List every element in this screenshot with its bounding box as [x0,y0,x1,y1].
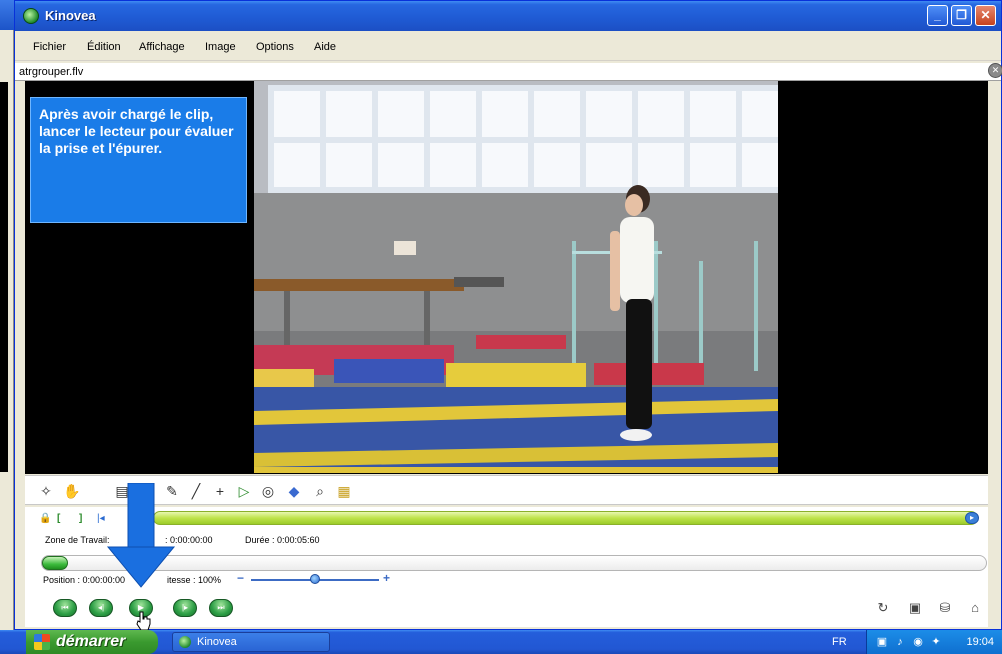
file-tab-bar: atrgrouper.flv ✕ [15,63,1002,81]
speed-plus-icon[interactable]: + [383,571,390,585]
new-icon[interactable]: ✧ [37,482,55,500]
instruction-callout: Après avoir chargé le clip, lancer le le… [30,97,247,223]
title-bar[interactable]: Kinovea _ ❐ ✕ [15,1,1001,31]
menu-image[interactable]: Image [205,41,236,53]
system-tray: ▣ ♪ ◉ ✦ 19:04 [866,630,1002,654]
start-label: démarrer [56,633,126,650]
windows-logo-icon [34,634,50,650]
task-label: Kinovea [197,636,237,648]
set-start-icon[interactable]: [ [57,513,60,524]
gym-scene-image [254,81,778,473]
clock[interactable]: 19:04 [966,636,994,648]
zone-label: Zone de Travail: [45,535,110,545]
window-title: Kinovea [45,8,96,23]
menu-edition[interactable]: Édition [87,41,121,53]
chrono-icon[interactable]: ◎ [259,482,277,500]
background-window-titlebar [0,0,14,30]
snapshot-icon[interactable]: ▣ [905,599,925,617]
working-zone-bar[interactable]: ▸ [153,511,979,525]
speed-minus-icon[interactable]: − [237,571,244,585]
goto-start-icon[interactable]: |◂ [97,513,105,524]
previous-frame-button[interactable]: ◂| [89,599,113,617]
menu-aide[interactable]: Aide [314,41,336,53]
maximize-button[interactable]: ❐ [951,5,972,26]
duration: Durée : 0:00:05:60 [245,535,320,545]
magnifier-icon[interactable]: ⌕ [311,482,329,500]
video-frame [254,81,778,473]
line-icon[interactable]: ╱ [187,482,205,500]
cross-icon[interactable]: + [211,482,229,500]
next-frame-button[interactable]: |▸ [173,599,197,617]
minimize-button[interactable]: _ [927,5,948,26]
close-button[interactable]: ✕ [975,5,996,26]
color-palette-icon[interactable]: ▦ [335,482,353,500]
pointer-arrow-icon [106,483,176,588]
file-name: atrgrouper.flv [19,66,84,78]
video-viewport[interactable]: Après avoir chargé le clip, lancer le le… [25,81,988,474]
menu-fichier[interactable]: Fichier [33,41,66,53]
last-frame-button[interactable]: ⏭ [209,599,233,617]
position-thumb[interactable] [42,556,68,570]
position-slider[interactable] [41,555,987,571]
sync-icon[interactable]: ↻ [873,599,893,617]
grid-icon[interactable]: ◆ [285,482,303,500]
set-end-icon[interactable]: ] [79,513,82,524]
first-frame-button[interactable]: ⏮ [53,599,77,617]
taskbar: démarrer Kinovea FR ▣ ♪ ◉ ✦ 19:04 [0,630,1002,654]
close-file-icon[interactable]: ✕ [988,63,1002,78]
video-export-icon[interactable]: ⛁ [935,599,955,617]
presentation-icon[interactable]: ⌂ [965,599,985,617]
kinovea-app-icon [23,8,39,24]
working-zone-end-handle[interactable]: ▸ [965,512,979,524]
desktop: Kinovea _ ❐ ✕ Fichier Édition Affichage … [0,0,1002,654]
speed-slider-thumb[interactable] [310,574,320,584]
background-window-edge [0,0,14,630]
language-indicator[interactable]: FR [832,636,847,648]
start-button[interactable]: démarrer [26,630,158,654]
menu-bar: Fichier Édition Affichage Image Options … [15,31,1001,61]
lock-icon[interactable]: 🔒 [39,513,51,524]
kinovea-task-icon [179,636,191,648]
taskbar-item-kinovea[interactable]: Kinovea [172,632,330,652]
security-icon[interactable]: ◉ [911,635,925,649]
update-icon[interactable]: ✦ [929,635,943,649]
network-icon[interactable]: ▣ [875,635,889,649]
background-window-content [0,82,8,472]
volume-icon[interactable]: ♪ [893,635,907,649]
menu-affichage[interactable]: Affichage [139,41,185,53]
menu-options[interactable]: Options [256,41,294,53]
hand-icon[interactable]: ✋ [63,482,81,500]
angle-icon[interactable]: ▷ [235,482,253,500]
